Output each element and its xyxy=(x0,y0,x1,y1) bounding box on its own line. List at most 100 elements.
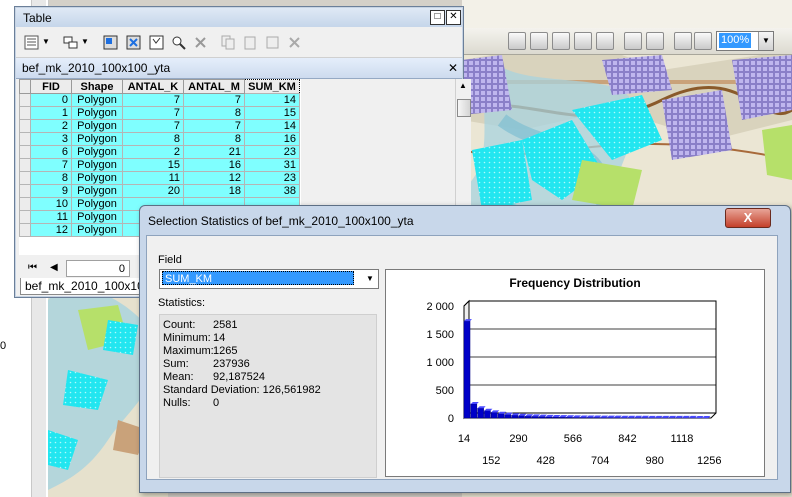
zoom-whole-page-icon[interactable] xyxy=(624,32,642,50)
cell-fid[interactable]: 12 xyxy=(30,223,72,237)
row-selector[interactable] xyxy=(19,197,31,211)
cell-shape[interactable]: Polygon xyxy=(71,119,123,133)
previous-extent-icon[interactable] xyxy=(674,32,692,50)
zoom-level-select[interactable]: 100% ▼ xyxy=(716,31,774,51)
cell-antal-m[interactable]: 8 xyxy=(183,106,245,120)
fixed-zoom-icon[interactable] xyxy=(596,32,614,50)
cell-shape[interactable]: Polygon xyxy=(71,171,123,185)
cell-shape[interactable]: Polygon xyxy=(71,210,123,224)
select-by-attributes-icon[interactable] xyxy=(103,35,118,50)
table-row[interactable]: 9 Polygon 20 18 38 xyxy=(19,184,300,198)
cell-shape[interactable]: Polygon xyxy=(71,223,123,237)
copy-icon[interactable] xyxy=(221,35,236,50)
cell-fid[interactable]: 7 xyxy=(30,158,72,172)
restore-icon[interactable]: □ xyxy=(430,10,445,25)
row-selector[interactable] xyxy=(19,210,31,224)
column-header-antal-m[interactable]: ANTAL_M xyxy=(183,79,245,94)
table-window-titlebar[interactable]: Table □ ✕ xyxy=(16,8,462,27)
row-header-corner[interactable] xyxy=(19,79,31,94)
delete-icon[interactable] xyxy=(287,35,302,50)
cell-antal-m[interactable]: 18 xyxy=(183,184,245,198)
cell-antal-k[interactable]: 7 xyxy=(122,106,184,120)
pan-hand-icon[interactable] xyxy=(552,32,570,50)
cell-fid[interactable]: 6 xyxy=(30,145,72,159)
row-selector[interactable] xyxy=(19,171,31,185)
cell-shape[interactable]: Polygon xyxy=(71,93,123,107)
paste-icon[interactable] xyxy=(243,35,258,50)
table-row[interactable]: 8 Polygon 11 12 23 xyxy=(19,171,300,185)
table-row[interactable]: 6 Polygon 2 21 23 xyxy=(19,145,300,159)
column-header-fid[interactable]: FID xyxy=(30,79,72,94)
row-selector[interactable] xyxy=(19,106,31,120)
field-select[interactable]: SUM_KM ▼ xyxy=(159,269,379,289)
cell-sum-km[interactable]: 14 xyxy=(244,119,300,133)
zoom-100-icon[interactable] xyxy=(646,32,664,50)
table-row[interactable]: 2 Polygon 7 7 14 xyxy=(19,119,300,133)
cell-antal-k[interactable]: 8 xyxy=(122,132,184,146)
record-number-field[interactable]: 0 xyxy=(66,260,130,277)
cell-antal-m[interactable]: 7 xyxy=(183,119,245,133)
table-row[interactable]: 3 Polygon 8 8 16 xyxy=(19,132,300,146)
cell-shape[interactable]: Polygon xyxy=(71,106,123,120)
close-icon[interactable]: ✕ xyxy=(446,10,461,25)
cell-fid[interactable]: 1 xyxy=(30,106,72,120)
row-selector[interactable] xyxy=(19,184,31,198)
cell-fid[interactable]: 8 xyxy=(30,171,72,185)
chevron-down-icon[interactable]: ▼ xyxy=(362,270,378,288)
switch-selection-icon[interactable] xyxy=(126,35,141,50)
close-icon[interactable]: ✕ xyxy=(448,61,458,75)
cell-sum-km[interactable]: 23 xyxy=(244,171,300,185)
related-tables-icon[interactable] xyxy=(63,35,78,50)
row-selector[interactable] xyxy=(19,145,31,159)
clear-selection-icon[interactable] xyxy=(149,35,164,50)
chevron-down-icon[interactable]: ▼ xyxy=(42,37,50,46)
cell-shape[interactable]: Polygon xyxy=(71,132,123,146)
cell-sum-km[interactable]: 14 xyxy=(244,93,300,107)
cell-antal-k[interactable]: 7 xyxy=(122,119,184,133)
cell-shape[interactable]: Polygon xyxy=(71,158,123,172)
column-header-shape[interactable]: Shape xyxy=(71,79,123,94)
cell-fid[interactable]: 11 xyxy=(30,210,72,224)
cell-antal-m[interactable]: 7 xyxy=(183,93,245,107)
cell-sum-km[interactable]: 15 xyxy=(244,106,300,120)
cell-antal-k[interactable]: 2 xyxy=(122,145,184,159)
table-row[interactable]: 0 Polygon 7 7 14 xyxy=(19,93,300,107)
cell-antal-m[interactable]: 8 xyxy=(183,132,245,146)
scroll-up-icon[interactable]: ▲ xyxy=(459,81,467,90)
cell-antal-m[interactable]: 12 xyxy=(183,171,245,185)
row-selector[interactable] xyxy=(19,119,31,133)
row-selector[interactable] xyxy=(19,132,31,146)
previous-record-icon[interactable]: ◀ xyxy=(50,262,58,273)
cell-shape[interactable]: Polygon xyxy=(71,145,123,159)
row-selector[interactable] xyxy=(19,158,31,172)
chevron-down-icon[interactable]: ▼ xyxy=(758,32,773,50)
scroll-thumb[interactable] xyxy=(457,99,471,117)
cell-sum-km[interactable]: 16 xyxy=(244,132,300,146)
cell-antal-k[interactable]: 11 xyxy=(122,171,184,185)
zoom-to-selected-icon[interactable] xyxy=(171,35,186,50)
first-record-icon[interactable]: ⏮ xyxy=(28,262,37,273)
cell-sum-km[interactable]: 38 xyxy=(244,184,300,198)
cell-fid[interactable]: 2 xyxy=(30,119,72,133)
cell-shape[interactable]: Polygon xyxy=(71,197,123,211)
cell-fid[interactable]: 0 xyxy=(30,93,72,107)
row-selector[interactable] xyxy=(19,93,31,107)
cell-sum-km[interactable]: 31 xyxy=(244,158,300,172)
delete-selected-icon[interactable] xyxy=(193,35,208,50)
cell-fid[interactable]: 10 xyxy=(30,197,72,211)
cell-fid[interactable]: 3 xyxy=(30,132,72,146)
column-header-antal-k[interactable]: ANTAL_K xyxy=(122,79,184,94)
cell-antal-k[interactable]: 20 xyxy=(122,184,184,198)
cell-antal-m[interactable]: 21 xyxy=(183,145,245,159)
table-bottom-tab[interactable]: bef_mk_2010_100x100_yta xyxy=(20,278,156,295)
row-selector[interactable] xyxy=(19,223,31,237)
table-options-icon[interactable] xyxy=(24,35,39,50)
chevron-down-icon[interactable]: ▼ xyxy=(81,37,89,46)
zoom-in-icon[interactable] xyxy=(508,32,526,50)
full-extent-icon[interactable] xyxy=(574,32,592,50)
next-extent-icon[interactable] xyxy=(694,32,712,50)
column-header-sum-km[interactable]: SUM_KM xyxy=(244,79,300,94)
cell-antal-k[interactable]: 7 xyxy=(122,93,184,107)
table-row[interactable]: 1 Polygon 7 8 15 xyxy=(19,106,300,120)
cell-sum-km[interactable]: 23 xyxy=(244,145,300,159)
